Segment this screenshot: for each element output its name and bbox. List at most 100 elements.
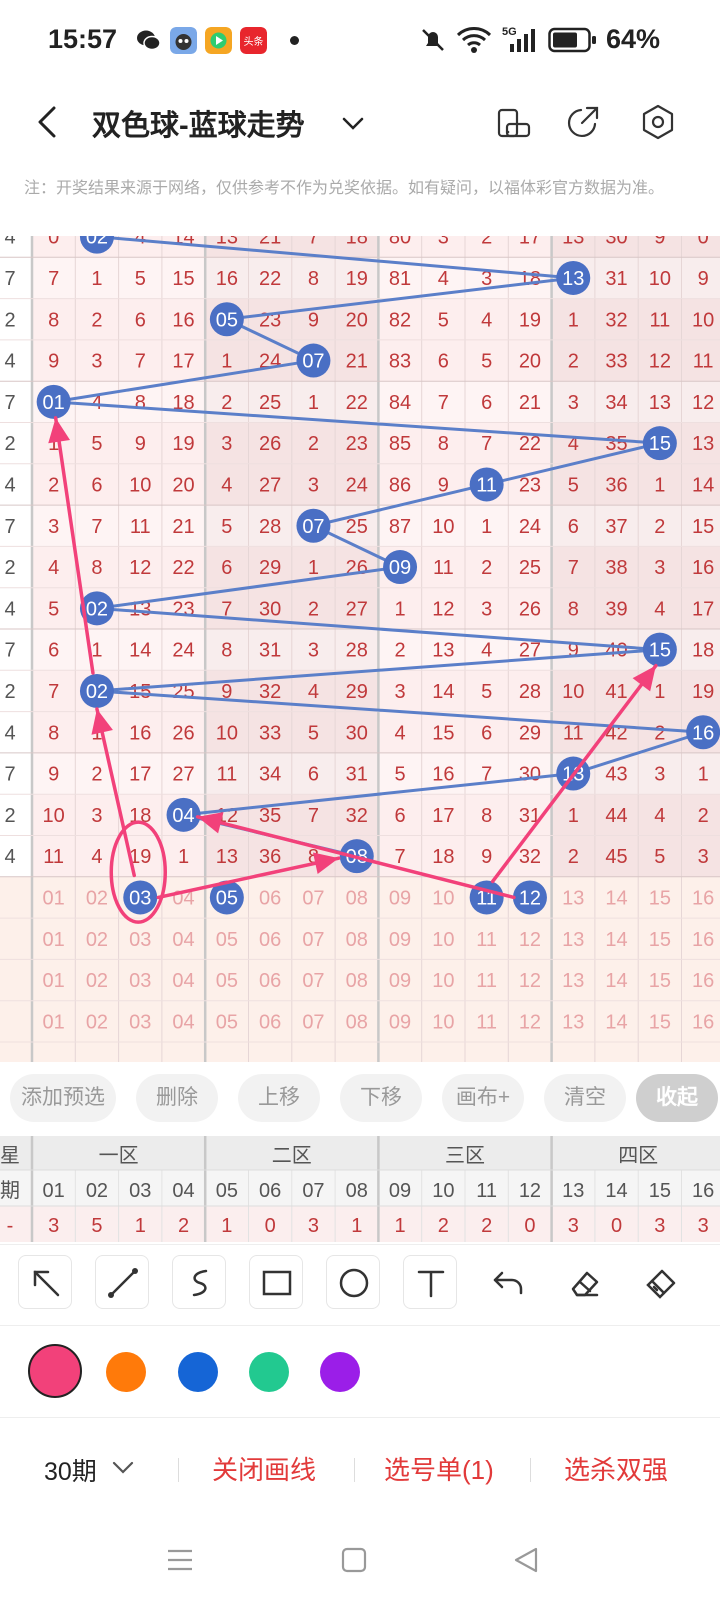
miss-value[interactable]: 26 bbox=[172, 722, 194, 744]
miss-value[interactable]: 29 bbox=[346, 681, 368, 703]
miss-value[interactable]: 15 bbox=[172, 268, 194, 290]
miss-value[interactable]: 2 bbox=[568, 351, 579, 373]
miss-value[interactable]: 9 bbox=[135, 433, 146, 455]
miss-value[interactable]: 16 bbox=[432, 764, 454, 786]
miss-value[interactable]: 7 bbox=[48, 681, 59, 703]
miss-value[interactable]: 28 bbox=[519, 681, 541, 703]
miss-value[interactable]: 18 bbox=[432, 846, 454, 868]
miss-value[interactable]: 6 bbox=[48, 640, 59, 662]
miss-value[interactable]: 41 bbox=[605, 681, 627, 703]
select-number[interactable]: 04 bbox=[172, 929, 194, 951]
select-number[interactable]: 11 bbox=[476, 970, 497, 992]
miss-value[interactable]: 6 bbox=[221, 557, 232, 579]
miss-value[interactable]: 27 bbox=[259, 474, 281, 496]
miss-value[interactable]: 26 bbox=[519, 598, 541, 620]
miss-value[interactable]: 34 bbox=[259, 764, 281, 786]
select-number[interactable]: 09 bbox=[389, 1011, 411, 1033]
miss-value[interactable]: 18 bbox=[519, 268, 541, 290]
miss-value[interactable]: 9 bbox=[48, 764, 59, 786]
select-number[interactable]: 16 bbox=[692, 970, 714, 992]
miss-value[interactable]: 10 bbox=[216, 722, 238, 744]
miss-value[interactable]: 14 bbox=[129, 640, 151, 662]
miss-value[interactable]: 37 bbox=[605, 516, 627, 538]
select-number[interactable]: 10 bbox=[432, 887, 454, 909]
miss-value[interactable]: 84 bbox=[389, 392, 411, 414]
miss-value[interactable]: 16 bbox=[216, 268, 238, 290]
miss-value[interactable]: 2 bbox=[698, 805, 709, 827]
miss-value[interactable]: 8 bbox=[135, 392, 146, 414]
miss-value[interactable]: 5 bbox=[135, 268, 146, 290]
miss-value[interactable]: 28 bbox=[346, 640, 368, 662]
select-number[interactable]: 12 bbox=[519, 929, 541, 951]
miss-value[interactable]: 2 bbox=[91, 764, 102, 786]
miss-value[interactable]: 8 bbox=[438, 433, 449, 455]
miss-value[interactable]: 5 bbox=[481, 351, 492, 373]
select-number[interactable]: 08 bbox=[346, 1011, 368, 1033]
miss-value[interactable]: 1 bbox=[91, 268, 102, 290]
miss-value[interactable]: 19 bbox=[172, 433, 194, 455]
miss-value[interactable]: 5 bbox=[654, 846, 665, 868]
miss-value[interactable]: 9 bbox=[698, 268, 709, 290]
select-number[interactable]: 08 bbox=[346, 887, 368, 909]
miss-value[interactable]: 31 bbox=[605, 268, 627, 290]
miss-value[interactable]: 27 bbox=[346, 598, 368, 620]
miss-value[interactable]: 21 bbox=[519, 392, 541, 414]
miss-value[interactable]: 7 bbox=[91, 516, 102, 538]
miss-value[interactable]: 19 bbox=[692, 681, 714, 703]
miss-value[interactable]: 8 bbox=[308, 268, 319, 290]
page-title[interactable]: 双色球-蓝球走势 bbox=[92, 102, 305, 144]
miss-value[interactable]: 11 bbox=[433, 557, 454, 579]
miss-value[interactable]: 13 bbox=[562, 236, 584, 249]
miss-value[interactable]: 3 bbox=[394, 681, 405, 703]
miss-value[interactable]: 20 bbox=[346, 309, 368, 331]
miss-value[interactable]: 5 bbox=[394, 764, 405, 786]
miss-value[interactable]: 38 bbox=[605, 557, 627, 579]
miss-value[interactable]: 3 bbox=[308, 640, 319, 662]
miss-value[interactable]: 3 bbox=[481, 598, 492, 620]
line-tool-button[interactable] bbox=[95, 1255, 149, 1309]
miss-value[interactable]: 24 bbox=[519, 516, 541, 538]
select-number[interactable]: 11 bbox=[476, 1011, 497, 1033]
miss-value[interactable]: 12 bbox=[649, 351, 671, 373]
miss-value[interactable]: 5 bbox=[438, 309, 449, 331]
miss-value[interactable]: 24 bbox=[346, 474, 368, 496]
select-number[interactable]: 08 bbox=[346, 970, 368, 992]
miss-value[interactable]: 32 bbox=[259, 681, 281, 703]
miss-value[interactable]: 10 bbox=[649, 268, 671, 290]
miss-value[interactable]: 87 bbox=[389, 516, 411, 538]
miss-value[interactable]: 10 bbox=[432, 516, 454, 538]
miss-value[interactable]: 4 bbox=[481, 640, 492, 662]
color-swatch-orange[interactable] bbox=[106, 1352, 146, 1392]
miss-value[interactable]: 22 bbox=[519, 433, 541, 455]
select-number[interactable]: 14 bbox=[605, 1011, 627, 1033]
miss-value[interactable]: 6 bbox=[438, 351, 449, 373]
miss-value[interactable]: 82 bbox=[389, 309, 411, 331]
miss-value[interactable]: 33 bbox=[605, 351, 627, 373]
select-number[interactable]: 06 bbox=[259, 970, 281, 992]
color-swatch-purple[interactable] bbox=[320, 1352, 360, 1392]
miss-value[interactable]: 36 bbox=[259, 846, 281, 868]
select-number[interactable]: 13 bbox=[562, 1011, 584, 1033]
arrow-tool-button[interactable] bbox=[18, 1255, 72, 1309]
add-preselect-button[interactable]: 添加预选 bbox=[10, 1074, 116, 1122]
miss-value[interactable]: 3 bbox=[654, 764, 665, 786]
miss-value[interactable]: 9 bbox=[48, 351, 59, 373]
rotate-screen-icon[interactable] bbox=[494, 102, 534, 142]
miss-value[interactable]: 1 bbox=[308, 557, 319, 579]
miss-value[interactable]: 8 bbox=[221, 640, 232, 662]
miss-value[interactable]: 4 bbox=[654, 805, 665, 827]
back-nav-icon[interactable] bbox=[510, 1544, 542, 1576]
miss-value[interactable]: 18 bbox=[346, 236, 368, 249]
miss-value[interactable]: 25 bbox=[346, 516, 368, 538]
miss-value[interactable]: 19 bbox=[346, 268, 368, 290]
select-number[interactable]: 04 bbox=[172, 970, 194, 992]
miss-value[interactable]: 1 bbox=[308, 392, 319, 414]
miss-value[interactable]: 20 bbox=[519, 351, 541, 373]
delete-button[interactable]: 删除 bbox=[136, 1074, 218, 1122]
miss-value[interactable]: 32 bbox=[605, 309, 627, 331]
miss-value[interactable]: 1 bbox=[654, 474, 665, 496]
select-number[interactable]: 15 bbox=[649, 887, 671, 909]
miss-value[interactable]: 17 bbox=[129, 764, 151, 786]
miss-value[interactable]: 33 bbox=[259, 722, 281, 744]
miss-value[interactable]: 40 bbox=[605, 640, 627, 662]
